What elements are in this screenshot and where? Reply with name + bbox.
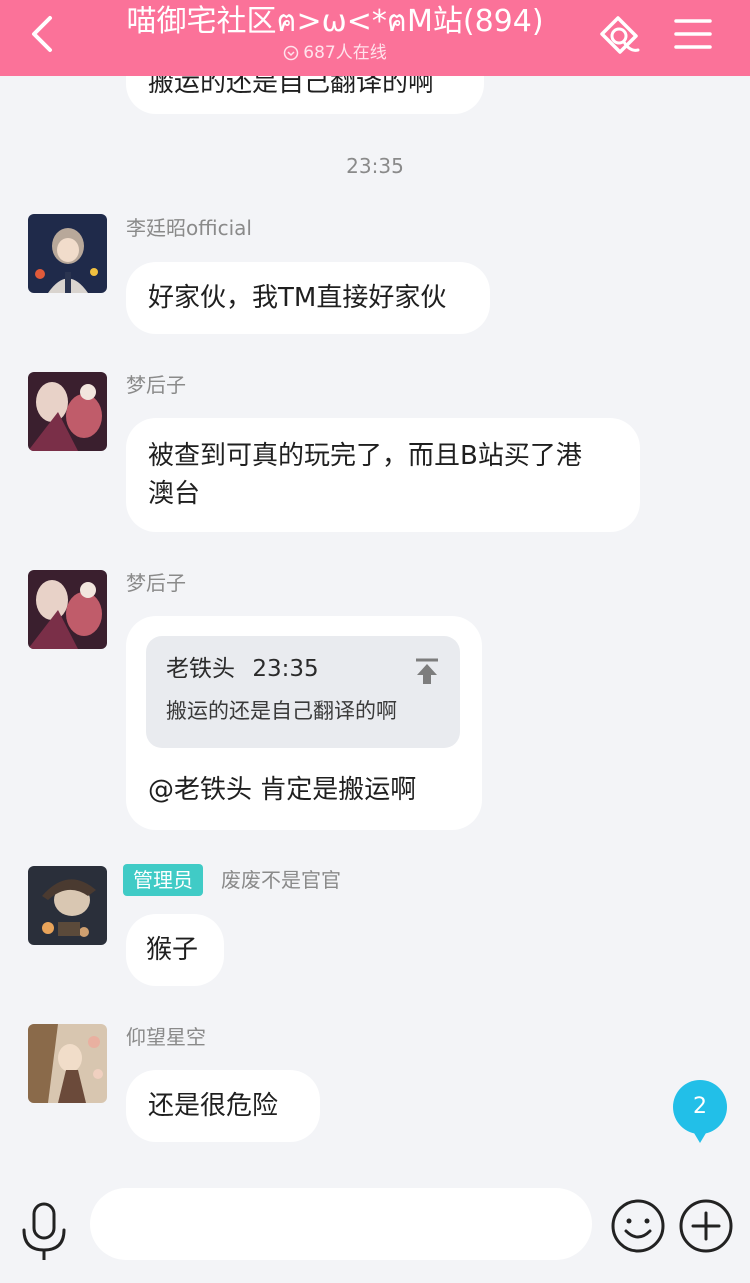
sender-name: 梦后子 <box>126 373 186 397</box>
menu-icon <box>674 19 712 49</box>
message-text: @老铁头 肯定是搬运啊 <box>148 775 417 805</box>
avatar[interactable] <box>28 214 107 293</box>
sender-name: 仰望星空 <box>126 1025 206 1049</box>
microphone-icon <box>22 1202 66 1260</box>
chat-header: 喵御宅社区ฅ>ω<*ฅM站(894) 687人在线 <box>0 0 750 76</box>
quoted-message[interactable]: 老铁头 23:35 搬运的还是自己翻译的啊 <box>146 636 460 748</box>
input-bar <box>0 1170 750 1283</box>
back-arrow-icon <box>32 16 52 52</box>
quoted-sender: 老铁头 23:35 <box>166 654 319 684</box>
online-count-text: 687人在线 <box>303 43 387 63</box>
avatar[interactable] <box>28 1024 107 1103</box>
quote-jump-icon[interactable] <box>412 656 442 686</box>
emoji-button[interactable] <box>610 1198 666 1254</box>
sender-name: 废废不是官官 <box>221 868 341 892</box>
message-bubble[interactable]: 猴子 <box>126 914 224 986</box>
quoted-sender-name: 老铁头 <box>166 656 235 682</box>
avatar[interactable] <box>28 372 107 451</box>
message-text: 猴子 <box>146 935 199 965</box>
avatar[interactable] <box>28 570 107 649</box>
sender-name: 李廷昭official <box>126 216 252 240</box>
quoted-text: 搬运的还是自己翻译的啊 <box>166 699 397 723</box>
menu-button[interactable] <box>672 16 714 52</box>
more-button[interactable] <box>678 1198 734 1254</box>
message-bubble[interactable]: 搬运的还是自己翻译的啊 <box>126 76 484 114</box>
message-timestamp: 23:35 <box>346 154 404 178</box>
admin-badge: 管理员 <box>123 864 203 896</box>
message-text: 还是很危险 <box>148 1091 279 1121</box>
message-bubble[interactable]: 被查到可真的玩完了，而且B站买了港 澳台 <box>126 418 640 532</box>
quoted-time: 23:35 <box>252 656 319 682</box>
sender-name: 梦后子 <box>126 571 186 595</box>
message-bubble[interactable]: 好家伙，我TM直接好家伙 <box>126 262 490 334</box>
back-button[interactable] <box>22 12 66 56</box>
voice-button[interactable] <box>18 1202 70 1262</box>
ticket-icon <box>600 16 640 54</box>
ticket-button[interactable] <box>594 12 644 60</box>
online-status-icon <box>284 45 299 61</box>
group-title: 喵御宅社区ฅ>ω<*ฅM站(894) <box>126 4 544 39</box>
message-text: 好家伙，我TM直接好家伙 <box>148 283 447 313</box>
plus-icon <box>679 1199 733 1253</box>
avatar[interactable] <box>28 866 107 945</box>
message-text: 搬运的还是自己翻译的啊 <box>148 76 435 98</box>
message-bubble[interactable]: 还是很危险 <box>126 1070 320 1142</box>
message-text-line: 澳台 <box>148 479 201 509</box>
message-text-line: 被查到可真的玩完了，而且B站买了港 <box>148 441 582 471</box>
message-list[interactable]: 搬运的还是自己翻译的啊 23:35 李廷昭official 好家伙，我TM直接好… <box>0 76 750 1170</box>
message-input[interactable] <box>90 1188 592 1260</box>
unread-count-badge[interactable]: 2 <box>673 1080 727 1143</box>
online-count: 687人在线 <box>90 42 580 64</box>
message-bubble[interactable]: 老铁头 23:35 搬运的还是自己翻译的啊 @老铁头 肯定是搬运啊 <box>126 616 482 830</box>
emoji-icon <box>611 1199 665 1253</box>
